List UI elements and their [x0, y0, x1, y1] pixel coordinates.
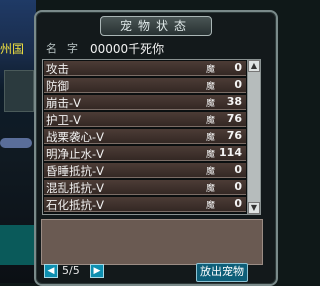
scene-ground: [0, 225, 34, 265]
list-scrollbar[interactable]: ▲ ▼: [247, 59, 261, 215]
scroll-track[interactable]: [248, 72, 260, 202]
skill-row[interactable]: 战栗袭心-V 魔 76: [44, 129, 246, 144]
skill-value: 0: [234, 180, 242, 193]
mana-icon: 魔: [206, 150, 216, 160]
skill-row[interactable]: 攻击 魔 0: [44, 61, 246, 76]
skill-value: 76: [226, 129, 242, 142]
skill-row[interactable]: 明净止水-V 魔 114: [44, 146, 246, 161]
skill-row[interactable]: 护卫-V 魔 76: [44, 112, 246, 127]
skill-value: 38: [226, 95, 242, 108]
mana-icon: 魔: [206, 65, 216, 75]
skill-value: 0: [234, 78, 242, 91]
mana-icon: 魔: [206, 99, 216, 109]
skill-value: 0: [234, 61, 242, 74]
mana-icon: 魔: [206, 82, 216, 92]
mana-icon: 魔: [206, 116, 216, 126]
skill-name: 攻击: [46, 62, 69, 76]
skill-row[interactable]: 崩击-V 魔 38: [44, 95, 246, 110]
scene-object: [0, 138, 32, 148]
scroll-down-button[interactable]: ▼: [248, 202, 260, 214]
skill-row[interactable]: 昏睡抵抗-V 魔 0: [44, 163, 246, 178]
skill-value: 0: [234, 197, 242, 210]
skill-name: 战栗袭心-V: [46, 130, 105, 144]
mana-icon: 魔: [206, 167, 216, 177]
skill-list: 攻击 魔 0 防御 魔 0 崩击-V 魔 38 护卫-V 魔 76 战栗袭心-V…: [42, 59, 248, 215]
skill-row[interactable]: 石化抵抗-V 魔 0: [44, 197, 246, 212]
pet-status-window: 宠物状态 名字 00000千死你 攻击 魔 0 防御 魔 0 崩击-V 魔 38…: [34, 10, 278, 286]
skill-name: 护卫-V: [46, 113, 82, 127]
next-page-button[interactable]: ▶: [90, 264, 104, 278]
description-box: [41, 219, 263, 265]
skill-value: 76: [226, 112, 242, 125]
pet-name-label: 名字: [46, 42, 88, 55]
skill-name: 明净止水-V: [46, 147, 105, 161]
release-pet-button[interactable]: 放出宠物: [196, 263, 248, 282]
pet-name-row: 名字 00000千死你: [44, 39, 266, 57]
skill-name: 防御: [46, 79, 69, 93]
game-scene-background: 州国: [0, 0, 36, 283]
skill-value: 0: [234, 163, 242, 176]
skill-name: 混乱抵抗-V: [46, 181, 105, 195]
scene-text: 州国: [0, 42, 25, 56]
mana-icon: 魔: [206, 184, 216, 194]
mana-icon: 魔: [206, 133, 216, 143]
mana-icon: 魔: [206, 201, 216, 211]
skill-value: 114: [219, 146, 242, 159]
prev-page-button[interactable]: ◀: [44, 264, 58, 278]
skill-name: 崩击-V: [46, 96, 82, 110]
window-title: 宠物状态: [100, 16, 212, 36]
skill-row[interactable]: 防御 魔 0: [44, 78, 246, 93]
page-indicator: 5/5: [62, 264, 80, 277]
pet-name-value: 00000千死你: [90, 42, 165, 56]
skill-name: 石化抵抗-V: [46, 198, 105, 212]
scroll-up-button[interactable]: ▲: [248, 60, 260, 72]
skill-name: 昏睡抵抗-V: [46, 164, 105, 178]
scene-building: [4, 70, 34, 112]
skill-row[interactable]: 混乱抵抗-V 魔 0: [44, 180, 246, 195]
